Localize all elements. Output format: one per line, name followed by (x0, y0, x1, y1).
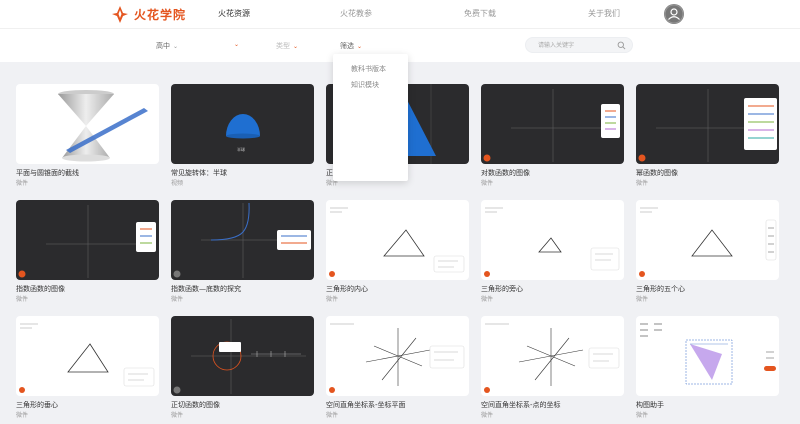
chevron-down-icon: ⌄ (357, 42, 363, 50)
card-title: 幂函数的图像 (636, 169, 678, 177)
card-thumbnail (326, 200, 469, 280)
log-function-graph-image (483, 89, 620, 162)
brand-logo[interactable]: 火花学院 (110, 4, 186, 24)
card-type: 视频 (171, 180, 184, 187)
nav-item-free-download[interactable]: 免费下载 (464, 8, 496, 19)
type-filter-label: 类型 (276, 42, 290, 50)
card-title: 指数函数—底数的探究 (171, 285, 241, 293)
resource-card[interactable]: 幂函数的图像 微件 (636, 84, 779, 194)
nav-item-about[interactable]: 关于我们 (588, 8, 620, 19)
nav-item-reference[interactable]: 火花教参 (340, 8, 372, 19)
subject-filter[interactable]: ⌄ (234, 41, 239, 48)
card-thumbnail: 半球 (171, 84, 314, 164)
card-thumbnail (16, 316, 159, 396)
resource-card[interactable]: 三角形的垂心 微件 (16, 316, 159, 424)
card-type: 微件 (326, 412, 339, 419)
card-title: 构图助手 (636, 401, 664, 409)
card-type: 微件 (171, 412, 184, 419)
hemisphere-image: 半球 (226, 114, 260, 152)
tan-function-graph-image (173, 319, 306, 394)
card-type: 微件 (326, 296, 339, 303)
card-type: 微件 (481, 412, 494, 419)
triangle-five-centers-image (639, 207, 777, 277)
card-title: 三角形的垂心 (16, 401, 58, 409)
card-thumbnail (171, 316, 314, 396)
resource-card[interactable]: 对数函数的图像 微件 (481, 84, 624, 194)
user-avatar[interactable] (664, 4, 684, 24)
search-icon[interactable] (617, 41, 626, 50)
card-type: 微件 (636, 412, 649, 419)
composition-assistant-image (640, 323, 776, 385)
card-thumbnail (481, 84, 624, 164)
dropdown-option-knowledge-module[interactable]: 知识模块 (351, 80, 379, 90)
card-title: 对数函数的图像 (481, 169, 530, 177)
stage-filter[interactable]: 高中 ⌄ (156, 41, 178, 51)
triangle-orthocenter-image (19, 323, 155, 393)
card-thumbnail (171, 200, 314, 280)
resource-card[interactable]: 空间直角坐标系-点的坐标 微件 (481, 316, 624, 424)
hemisphere-label: 半球 (237, 146, 245, 152)
card-title: 正 (326, 169, 333, 177)
resource-card[interactable]: 指数函数—底数的探究 微件 (171, 200, 314, 310)
card-thumbnail (481, 200, 624, 280)
card-title: 三角形的旁心 (481, 285, 523, 293)
resource-card[interactable]: 正切函数的图像 微件 (171, 316, 314, 424)
card-thumbnail (636, 316, 779, 396)
card-type: 微件 (171, 296, 184, 303)
filter-dropdown-menu: 教科书版本 知识模块 (333, 54, 408, 181)
resource-card[interactable]: 三角形的旁心 微件 (481, 200, 624, 310)
resource-card[interactable]: 三角形的内心 微件 (326, 200, 469, 310)
search-box (525, 37, 633, 53)
stage-filter-label: 高中 (156, 42, 170, 50)
card-title: 平面与圆锥面的截线 (16, 169, 79, 177)
power-function-graph-image (638, 89, 777, 162)
resource-card[interactable]: 构图助手 微件 (636, 316, 779, 424)
triangle-incenter-image (329, 207, 465, 277)
card-type: 微件 (16, 296, 29, 303)
top-navbar: 火花学院 火花资源 火花教参 免费下载 关于我们 (0, 0, 800, 28)
card-title: 空间直角坐标系-坐标平面 (326, 401, 406, 409)
screen-filter-label: 筛选 (340, 42, 354, 50)
resource-card[interactable]: 空间直角坐标系-坐标平面 微件 (326, 316, 469, 424)
3d-coordinate-plane-image (329, 323, 465, 393)
chevron-down-icon: ⌄ (293, 42, 299, 50)
card-type: 微件 (481, 180, 494, 187)
card-thumbnail (16, 200, 159, 280)
triangle-excenter-image (484, 207, 620, 277)
card-thumbnail (326, 316, 469, 396)
brand-name: 火花学院 (134, 7, 187, 22)
card-type: 微件 (16, 412, 29, 419)
card-thumbnail (636, 200, 779, 280)
card-title: 空间直角坐标系-点的坐标 (481, 401, 561, 409)
card-title: 三角形的五个心 (636, 285, 685, 293)
flame-logo-icon (112, 6, 128, 23)
type-filter[interactable]: 类型 ⌄ (276, 41, 298, 51)
chevron-down-icon: ⌄ (234, 41, 240, 48)
card-type: 微件 (16, 180, 29, 187)
card-thumbnail (481, 316, 624, 396)
exp-base-graph-image (173, 202, 311, 278)
resource-card[interactable]: 三角形的五个心 微件 (636, 200, 779, 310)
card-title: 常见旋转体：半球 (171, 169, 227, 177)
search-input[interactable] (538, 40, 614, 50)
dropdown-option-textbook-version[interactable]: 教科书版本 (351, 64, 386, 74)
nav-item-resources[interactable]: 火花资源 (218, 8, 250, 19)
card-type: 微件 (636, 296, 649, 303)
resource-card[interactable]: 指数函数的图像 微件 (16, 200, 159, 310)
card-title: 指数函数的图像 (16, 285, 65, 293)
card-type: 微件 (636, 180, 649, 187)
card-title: 三角形的内心 (326, 285, 368, 293)
chevron-down-icon: ⌄ (173, 42, 179, 50)
card-thumbnail (636, 84, 779, 164)
card-type: 微件 (481, 296, 494, 303)
card-thumbnail (16, 84, 159, 164)
screen-filter[interactable]: 筛选 ⌄ (340, 41, 362, 51)
resource-card[interactable]: 半球 常见旋转体：半球 视频 (171, 84, 314, 194)
cone-section-image (58, 90, 148, 162)
exp-function-graph-image (18, 205, 156, 278)
card-title: 正切函数的图像 (171, 401, 220, 409)
resource-card[interactable]: 平面与圆锥面的截线 微件 (16, 84, 159, 194)
3d-coordinate-point-image (484, 323, 620, 393)
user-icon (664, 4, 684, 24)
